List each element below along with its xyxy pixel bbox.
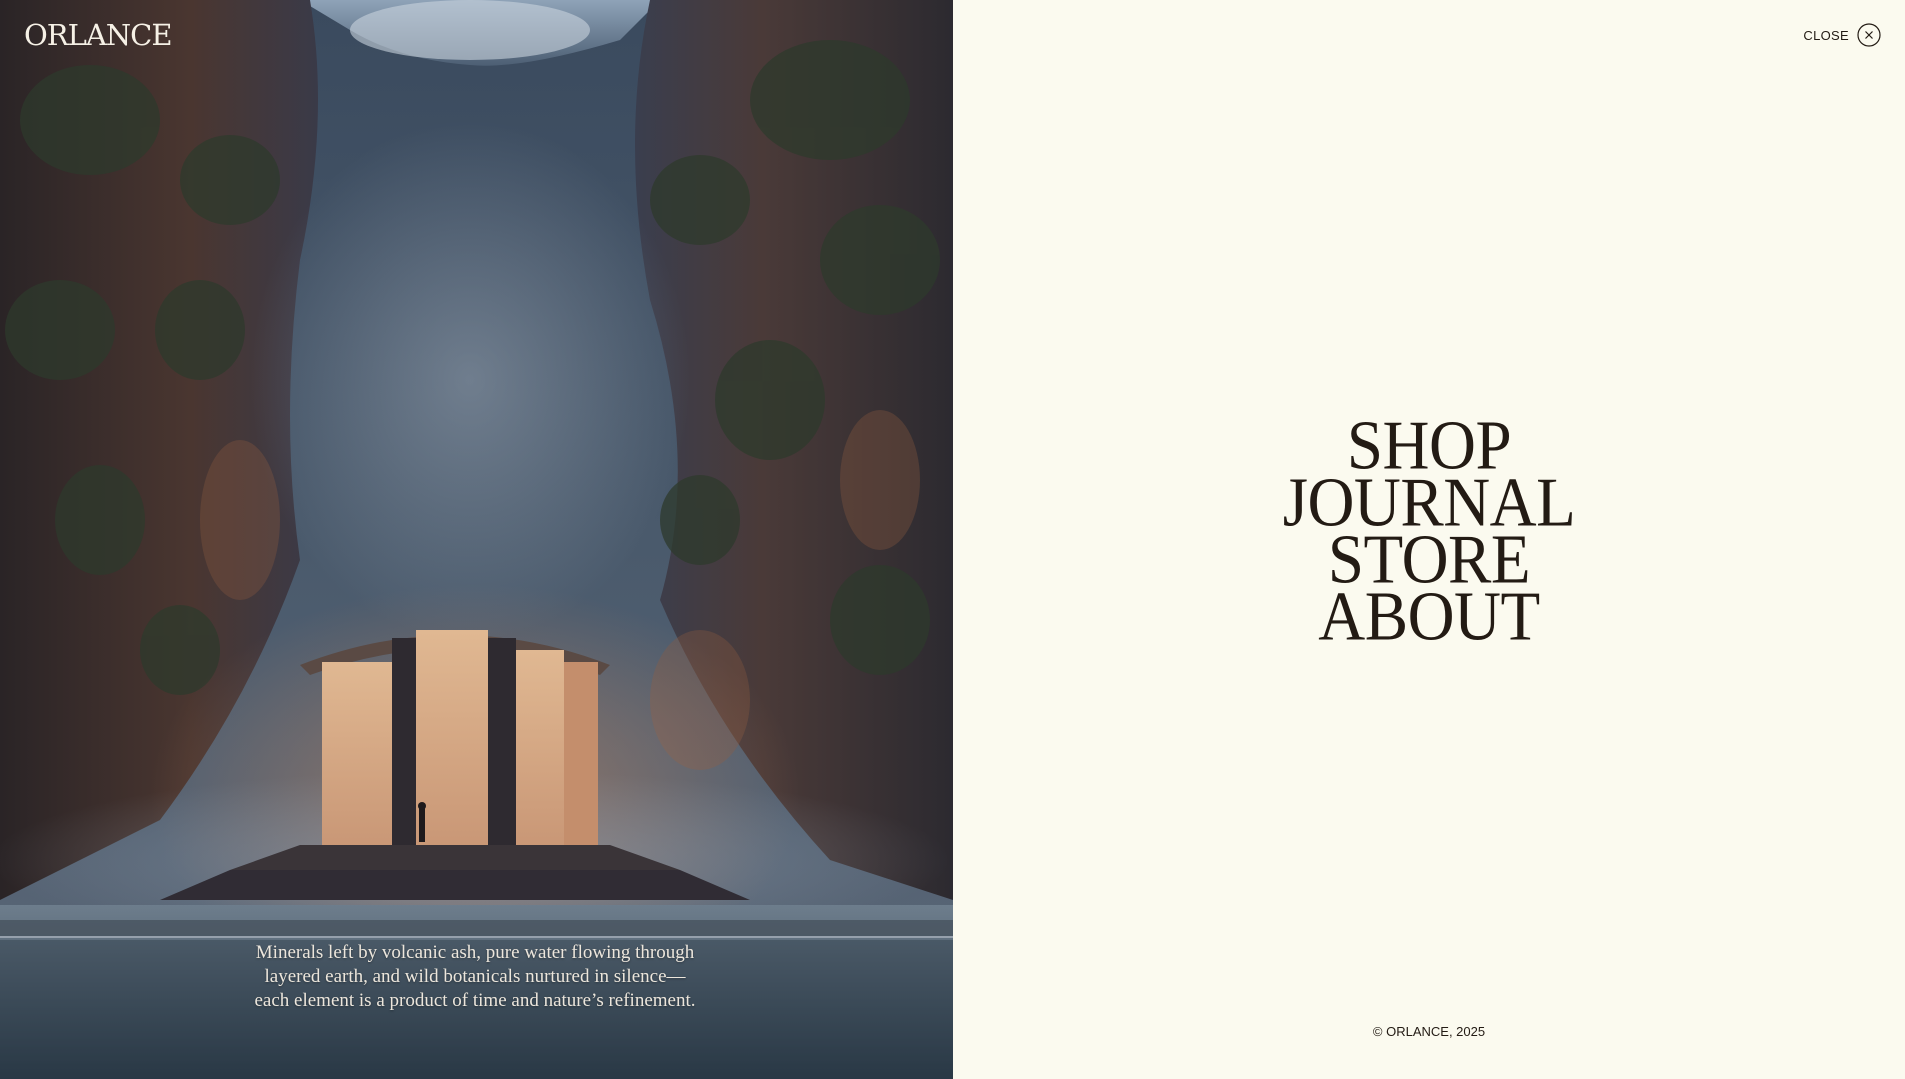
temple-structure [300, 630, 610, 847]
hero-image [0, 0, 953, 1079]
brand-logo[interactable]: ORLANCE [24, 18, 173, 52]
close-label: CLOSE [1803, 27, 1849, 43]
hero-image-panel: ORLANCE Minerals left by volcanic ash, p… [0, 0, 953, 1079]
menu-panel: CLOSE SHOP JOURNAL STORE ABOUT © ORLANCE… [953, 0, 1905, 1079]
page: ORLANCE Minerals left by volcanic ash, p… [0, 0, 1905, 1079]
close-button[interactable]: CLOSE [1803, 23, 1881, 47]
nav-item-about[interactable]: ABOUT [1318, 582, 1540, 652]
copyright-footer: © ORLANCE, 2025 [1372, 1024, 1486, 1039]
main-nav: SHOP JOURNAL STORE ABOUT [953, 411, 1905, 652]
close-icon [1857, 23, 1881, 47]
hero-caption: Minerals left by volcanic ash, pure wate… [254, 942, 696, 1011]
